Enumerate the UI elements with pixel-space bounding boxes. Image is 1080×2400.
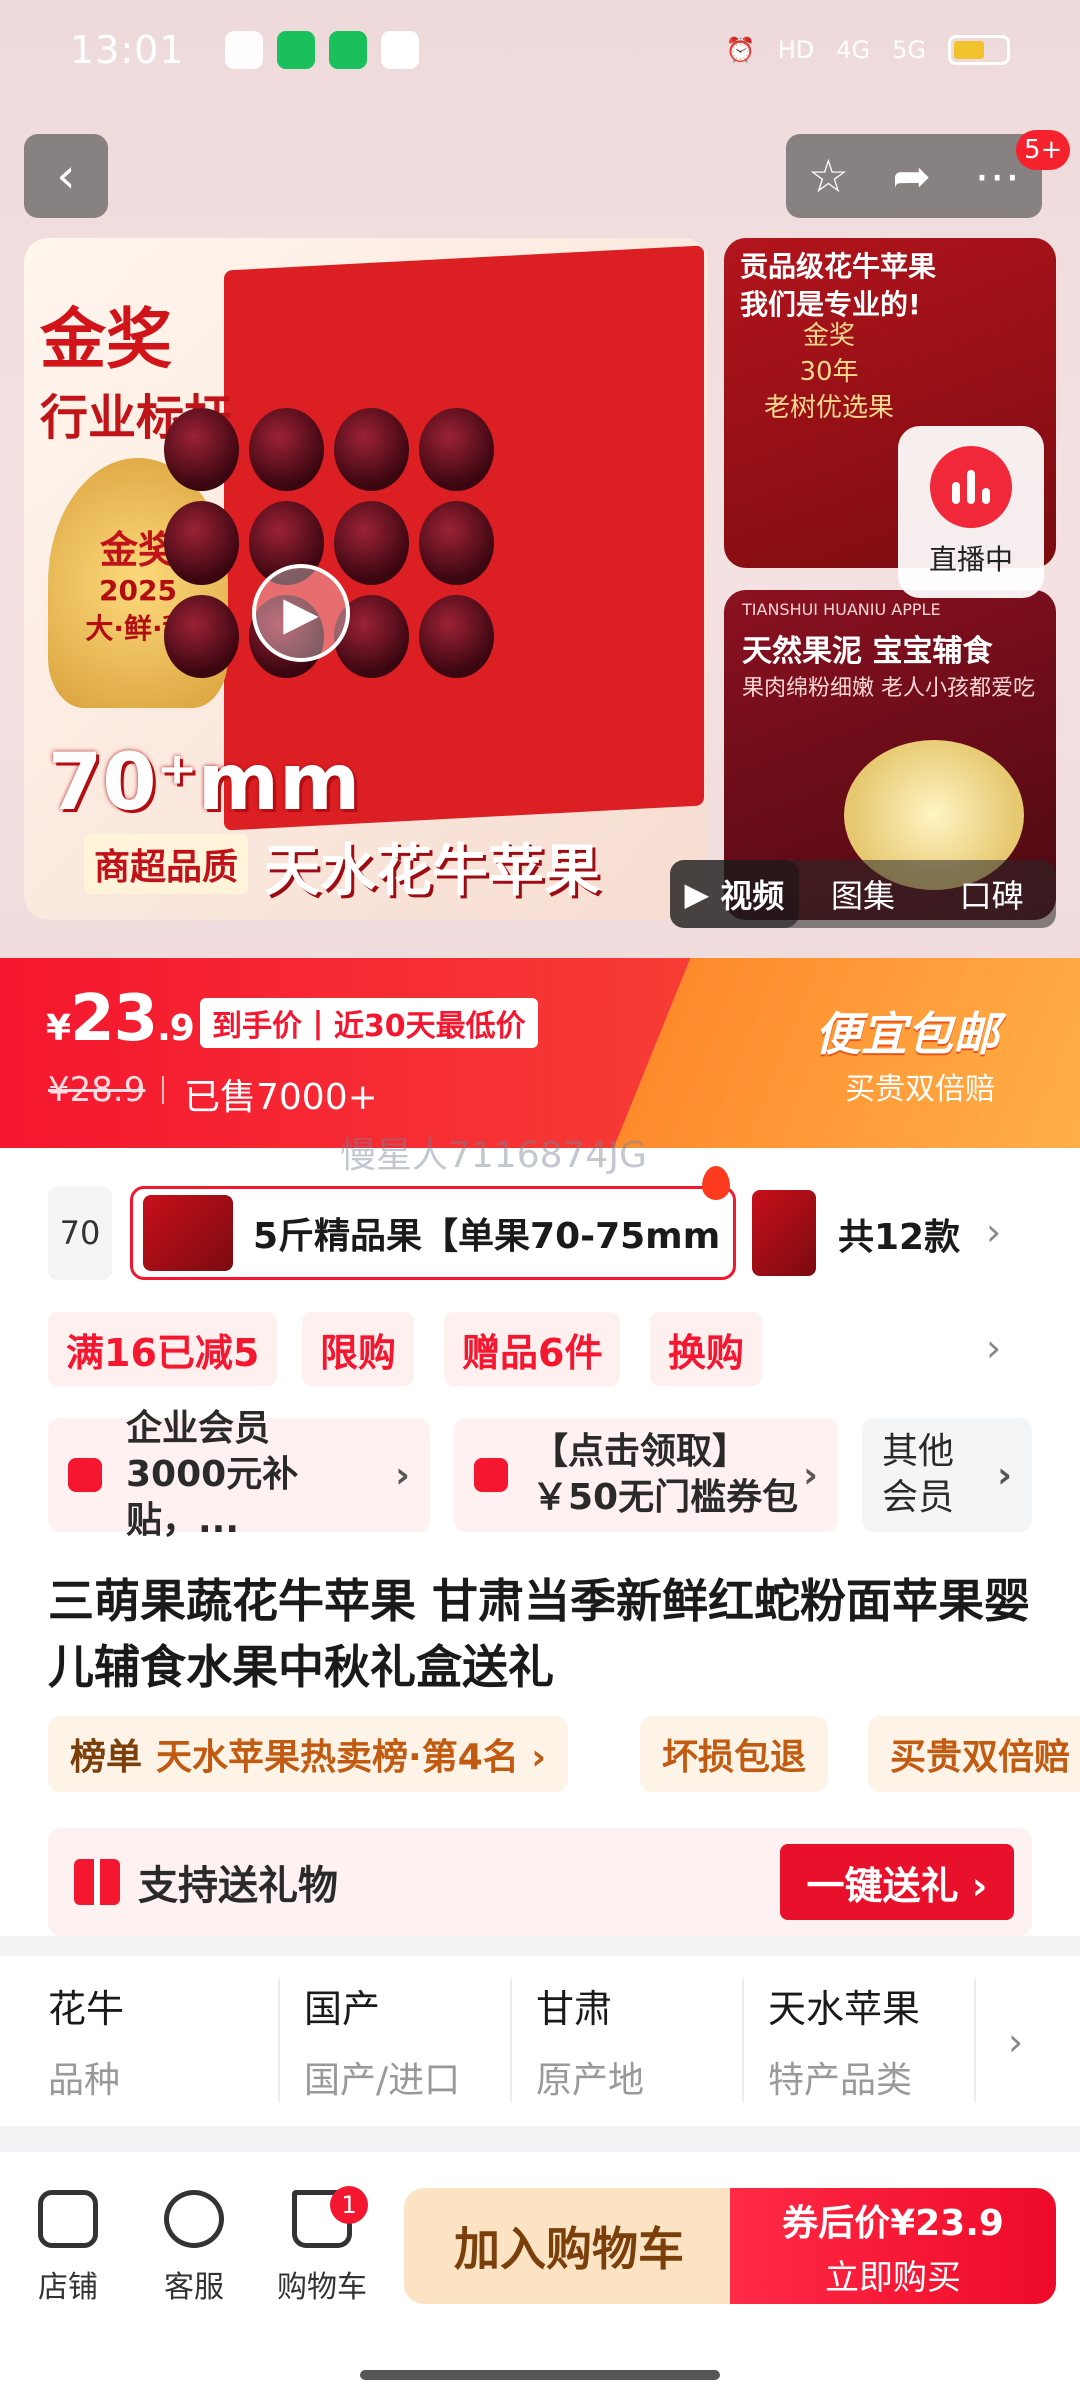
divider bbox=[0, 1936, 1080, 1956]
sku-count[interactable]: 共12款 bbox=[838, 1208, 960, 1260]
attribute-item: 天水苹果 特产品类 bbox=[744, 1977, 976, 2103]
add-to-cart-button[interactable]: 加入购物车 bbox=[404, 2188, 734, 2304]
live-label: 直播中 bbox=[928, 543, 1013, 576]
side2-subline: 果肉绵粉细嫩 老人小孩都爱吃 bbox=[742, 676, 1035, 701]
more-badge: 5+ bbox=[1016, 130, 1071, 170]
signal-4g: 4G bbox=[836, 36, 871, 64]
promo-exchange[interactable]: 换购 bbox=[650, 1312, 763, 1386]
buy-price-label: 券后价¥23.9 bbox=[782, 2202, 1004, 2244]
rank-tag[interactable]: 榜单 天水苹果热卖榜·第4名 › bbox=[48, 1716, 569, 1792]
main-product-image[interactable]: 金奖 行业标杆 金奖 2025 大·鲜·甜 ▶ 70⁺mm 商超品质 天水花牛苹… bbox=[24, 238, 708, 920]
signal-5g: 5G bbox=[892, 36, 926, 64]
wechat-icon bbox=[224, 31, 263, 69]
buy-now-button[interactable]: 券后价¥23.9 立即购买 bbox=[730, 2188, 1056, 2304]
tag-damage-refund[interactable]: 坏损包退 bbox=[640, 1716, 829, 1792]
divider bbox=[0, 2126, 1080, 2152]
live-icon bbox=[930, 446, 1012, 528]
coupon-icon bbox=[474, 1458, 508, 1492]
share-button[interactable]: ➦ bbox=[892, 149, 931, 203]
image-title: 金奖 bbox=[40, 301, 172, 378]
back-button[interactable]: ‹ bbox=[24, 134, 108, 218]
side2-headline: 天然果泥 宝宝辅食 bbox=[742, 634, 993, 669]
attribute-item: 花牛 品种 bbox=[48, 1977, 280, 2103]
status-icons: ⏰ HD 4G 5G bbox=[726, 35, 1010, 65]
current-price: ¥23.9 bbox=[46, 982, 195, 1056]
promo-discount[interactable]: 满16已减5 bbox=[48, 1312, 278, 1386]
gift-icon bbox=[74, 1859, 120, 1905]
message-icon-2 bbox=[328, 31, 367, 69]
watermark: 慢星人7116874JG bbox=[340, 1135, 647, 1176]
alarm-icon: ⏰ bbox=[725, 36, 756, 64]
message-icon bbox=[276, 31, 315, 69]
live-stream-button[interactable]: 直播中 bbox=[898, 426, 1044, 598]
attribute-item: 国产 国产/进口 bbox=[280, 1977, 512, 2103]
tab-video[interactable]: ▶ 视频 bbox=[670, 860, 799, 928]
status-time: 13:01 bbox=[70, 28, 185, 72]
size-label: 70⁺mm bbox=[48, 738, 361, 828]
gift-label: 支持送礼物 bbox=[138, 1863, 338, 1909]
side1-award: 金奖 30年 老树优选果 bbox=[764, 321, 895, 423]
price-banner: ¥23.9 到手价 | 近30天最低价 ¥28.9 已售7000+ 便宜包邮 买… bbox=[0, 958, 1080, 1148]
promo-title: 便宜包邮 bbox=[815, 1007, 999, 1061]
store-icon bbox=[38, 2190, 98, 2248]
coupon-package[interactable]: 【点击领取】 ￥50无门槛券包 › bbox=[454, 1418, 838, 1532]
sku-label: 5斤精品果【单果70-75mm bbox=[253, 1216, 721, 1257]
coupon-enterprise[interactable]: 企业会员 3000元补贴，... › bbox=[48, 1408, 430, 1541]
sold-count: 已售7000+ bbox=[162, 1068, 378, 1120]
price-tag: 到手价 | 近30天最低价 bbox=[200, 998, 538, 1048]
more-button[interactable]: ⋯ bbox=[974, 149, 1020, 203]
attribute-item: 甘肃 原产地 bbox=[512, 1977, 744, 2103]
product-title: 三萌果蔬花牛苹果 甘肃当季新鲜红蛇粉面苹果婴儿辅食水果中秋礼盒送礼 bbox=[48, 1574, 1031, 1694]
hd-label: HD bbox=[777, 36, 815, 64]
home-indicator[interactable] bbox=[360, 2370, 720, 2380]
user-icon bbox=[68, 1458, 102, 1492]
sku-option-selected[interactable]: 5斤精品果【单果70-75mm bbox=[130, 1186, 736, 1280]
tab-reviews[interactable]: 口碑 bbox=[927, 871, 1056, 917]
size-sub: 商超品质 bbox=[84, 834, 249, 894]
attributes-row[interactable]: 花牛 品种 国产 国产/进口 甘肃 原产地 天水苹果 特产品类 bbox=[0, 1960, 1080, 2120]
cart-badge: 1 bbox=[330, 2186, 368, 2224]
battery-icon bbox=[948, 35, 1010, 65]
chevron-right-icon[interactable]: › bbox=[986, 1326, 1001, 1370]
play-icon[interactable]: ▶ bbox=[252, 564, 350, 662]
app-icon bbox=[380, 31, 419, 69]
promo-sub: 买贵双倍赔 bbox=[845, 1072, 995, 1107]
service-button[interactable]: 客服 bbox=[134, 2190, 254, 2306]
side1-text: 贡品级花牛苹果 我们是专业的! bbox=[740, 250, 937, 321]
tab-gallery[interactable]: 图集 bbox=[799, 871, 928, 917]
gift-section: 支持送礼物 一键送礼 › bbox=[48, 1828, 1032, 1936]
hot-flame-icon bbox=[702, 1166, 730, 1200]
sku-option-next[interactable] bbox=[752, 1190, 816, 1276]
status-bar: 13:01 ⏰ HD 4G 5G bbox=[0, 0, 1080, 100]
promo-limit[interactable]: 限购 bbox=[302, 1312, 415, 1386]
chevron-right-icon[interactable]: › bbox=[1008, 2020, 1023, 2064]
chevron-left-icon: ‹ bbox=[56, 148, 76, 204]
favorite-button[interactable]: ☆ bbox=[808, 149, 849, 203]
promo-gifts[interactable]: 赠品6件 bbox=[444, 1312, 621, 1386]
product-detail-page: 金奖 行业标杆 金奖 2025 大·鲜·甜 ▶ 70⁺mm 商超品质 天水花牛苹… bbox=[0, 0, 1080, 2400]
store-button[interactable]: 店铺 bbox=[8, 2190, 128, 2306]
media-tabs: ▶ 视频 图集 口碑 bbox=[670, 860, 1056, 928]
side2-brand: TIANSHUI HUANIU APPLE bbox=[742, 600, 941, 619]
sku-thumbnail bbox=[143, 1195, 233, 1271]
original-price: ¥28.9 bbox=[48, 1070, 146, 1110]
coupon-other[interactable]: 其他 会员 › bbox=[862, 1418, 1032, 1532]
product-name-overlay: 天水花牛苹果 bbox=[264, 839, 600, 904]
nav-actions: ☆ ➦ ⋯ bbox=[786, 134, 1042, 218]
service-icon bbox=[164, 2190, 224, 2248]
send-gift-button[interactable]: 一键送礼 › bbox=[780, 1844, 1014, 1920]
tag-price-guarantee[interactable]: 买贵双倍赔 bbox=[868, 1716, 1080, 1792]
chevron-right-icon[interactable]: › bbox=[986, 1210, 1001, 1254]
buy-now-label: 立即购买 bbox=[825, 2257, 961, 2298]
sku-option-prev[interactable]: 70 bbox=[48, 1186, 112, 1280]
